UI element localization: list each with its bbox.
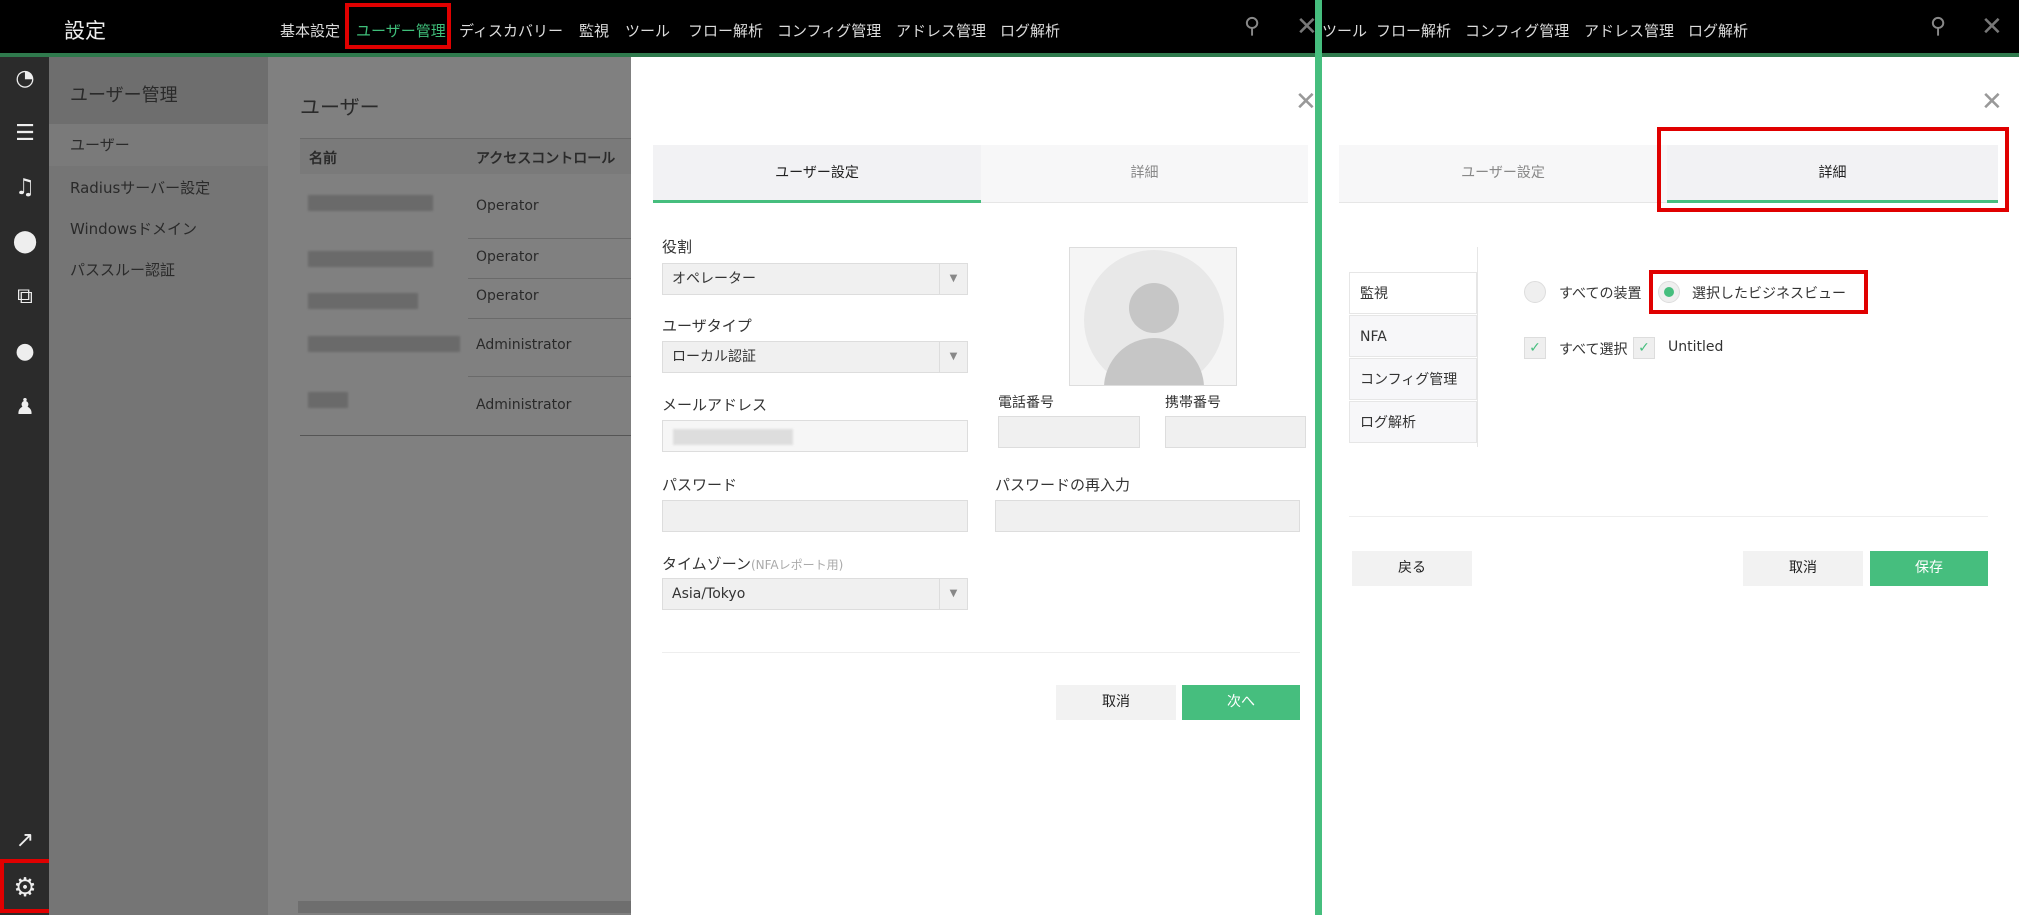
section-log[interactable]: ログ解析 [1349,401,1477,443]
password-confirm-field[interactable] [995,500,1300,532]
avatar-placeholder[interactable] [1069,247,1237,386]
phone-label: 電話番号 [998,395,1054,411]
top-bar: 設定 基本設定 ユーザー管理 ディスカバリー 監視 ツール フロー解析 コンフィ… [0,0,1318,57]
table-row: Operator [476,198,539,214]
chat-icon[interactable]: ● [12,339,38,365]
tab-details[interactable]: 詳細 [981,145,1308,203]
nav-config[interactable]: コンフィグ管理 [1465,20,1569,41]
phone-field[interactable] [998,416,1140,448]
user-icon[interactable]: ♟ [12,395,38,421]
role-label: 役割 [662,238,693,256]
chevron-down-icon: ▼ [939,342,967,372]
section-monitor[interactable]: 監視 [1349,272,1477,314]
column-access[interactable]: アクセスコントロール [476,148,615,168]
close-icon[interactable]: ✕ [1295,87,1317,117]
usertype-select[interactable]: ローカル認証 ▼ [662,341,968,373]
nav-log[interactable]: ログ解析 [1688,20,1748,41]
submenu-passthrough[interactable]: パススルー認証 [70,259,175,280]
top-bar-right: ツール フロー解析 コンフィグ管理 アドレス管理 ログ解析 ⚲ ✕ [1322,0,2019,57]
save-button[interactable]: 保存 [1870,551,1988,586]
submenu-users[interactable]: ユーザー [70,134,130,155]
nav-config[interactable]: コンフィグ管理 [777,20,881,41]
submenu-windows-domain[interactable]: Windowsドメイン [70,218,197,239]
timezone-value: Asia/Tokyo [672,586,746,602]
divider-bar [1315,0,1322,915]
table-row: Administrator [476,397,572,413]
table-row: Operator [476,249,539,265]
details-panel: ✕ ユーザー設定 詳細 監視 NFA コンフィグ管理 ログ解析 すべての装置 選… [1322,61,2019,915]
nav-flow[interactable]: フロー解析 [1376,20,1451,41]
submenu: ユーザー管理 ユーザー Radiusサーバー設定 Windowsドメイン パスス… [49,57,268,915]
highlight-user-management [345,3,451,49]
column-name[interactable]: 名前 [309,148,337,168]
untitled-label: Untitled [1668,339,1724,355]
timezone-label-text: タイムゾーン [662,555,751,573]
password-field[interactable] [662,500,968,532]
email-field[interactable] [662,420,968,452]
mobile-field[interactable] [1165,416,1306,448]
cancel-button[interactable]: 取消 [1743,551,1863,586]
chevron-down-icon: ▼ [939,264,967,294]
next-button[interactable]: 次へ [1182,685,1300,720]
map-pin-icon[interactable]: ⬤ [12,229,38,255]
nav-address[interactable]: アドレス管理 [896,20,986,41]
icon-sidebar: ◔ ☰ ♫ ⬤ ⧉ ● ♟ ↗ ⚙ [0,0,49,915]
users-content: ユーザー 名前 アクセスコントロール Operator Operator Ope… [268,57,631,915]
search-icon[interactable]: ⚲ [1930,14,1946,39]
section-config[interactable]: コンフィグ管理 [1349,358,1477,400]
highlight-details-tab [1657,127,2009,212]
close-icon[interactable]: ✕ [1981,12,2003,42]
reports-chart-icon[interactable]: ↗ [12,828,38,854]
timezone-label: タイムゾーン(NFAレポート用) [662,553,843,574]
inventory-check-icon[interactable]: ☰ [12,121,38,147]
timezone-note: (NFAレポート用) [750,558,844,572]
highlight-business-view [1649,270,1868,314]
page-title: 設定 [64,19,106,43]
radio-all-devices[interactable] [1524,281,1546,303]
submenu-title: ユーザー管理 [70,85,178,106]
nav-log[interactable]: ログ解析 [1000,20,1060,41]
table-row: Administrator [476,337,572,353]
password-label: パスワード [662,476,738,494]
back-button[interactable]: 戻る [1352,551,1472,586]
cancel-button[interactable]: 取消 [1056,685,1176,720]
search-icon[interactable]: ⚲ [1244,14,1260,39]
user-settings-modal: ✕ ユーザー設定 詳細 役割 オペレーター ▼ ユーザタイプ ローカル認証 ▼ メー… [631,57,1317,915]
nav-monitor[interactable]: 監視 [579,20,609,41]
role-value: オペレーター [672,271,756,287]
nav-flow[interactable]: フロー解析 [688,20,763,41]
timezone-select[interactable]: Asia/Tokyo ▼ [662,578,968,610]
submenu-radius[interactable]: Radiusサーバー設定 [70,177,210,198]
usertype-value: ローカル認証 [672,349,756,365]
nav-tools[interactable]: ツール [625,20,670,41]
section-nav: 監視 NFA コンフィグ管理 ログ解析 [1349,247,1478,447]
horizontal-scrollbar[interactable] [298,901,631,913]
role-select[interactable]: オペレーター ▼ [662,263,968,295]
tab-user-settings[interactable]: ユーザー設定 [1339,145,1667,203]
tab-user-settings[interactable]: ユーザー設定 [653,145,981,203]
table-header: 名前 アクセスコントロール [300,139,631,174]
nav-address[interactable]: アドレス管理 [1584,20,1674,41]
password-confirm-label: パスワードの再入力 [995,476,1131,494]
content-title: ユーザー [300,95,380,119]
workflow-icon[interactable]: ⧉ [12,284,38,310]
mobile-label: 携帯番号 [1165,395,1221,411]
radio-all-devices-label: すべての装置 [1559,286,1642,302]
close-icon[interactable]: ✕ [1981,87,2003,117]
dashboard-icon[interactable]: ◔ [12,66,38,92]
nav-discovery[interactable]: ディスカバリー [459,20,563,41]
section-nfa[interactable]: NFA [1349,315,1477,357]
nav-basic[interactable]: 基本設定 [280,20,340,41]
nav-tools[interactable]: ツール [1322,20,1367,41]
checkbox-untitled[interactable]: ✓ [1633,337,1655,359]
email-label: メールアドレス [662,396,768,414]
select-all-label: すべて選択 [1559,342,1628,358]
table-row: Operator [476,288,539,304]
checkbox-select-all[interactable]: ✓ [1524,337,1546,359]
alarm-icon[interactable]: ♫ [12,175,38,201]
chevron-down-icon: ▼ [939,579,967,609]
usertype-label: ユーザタイプ [662,317,752,335]
